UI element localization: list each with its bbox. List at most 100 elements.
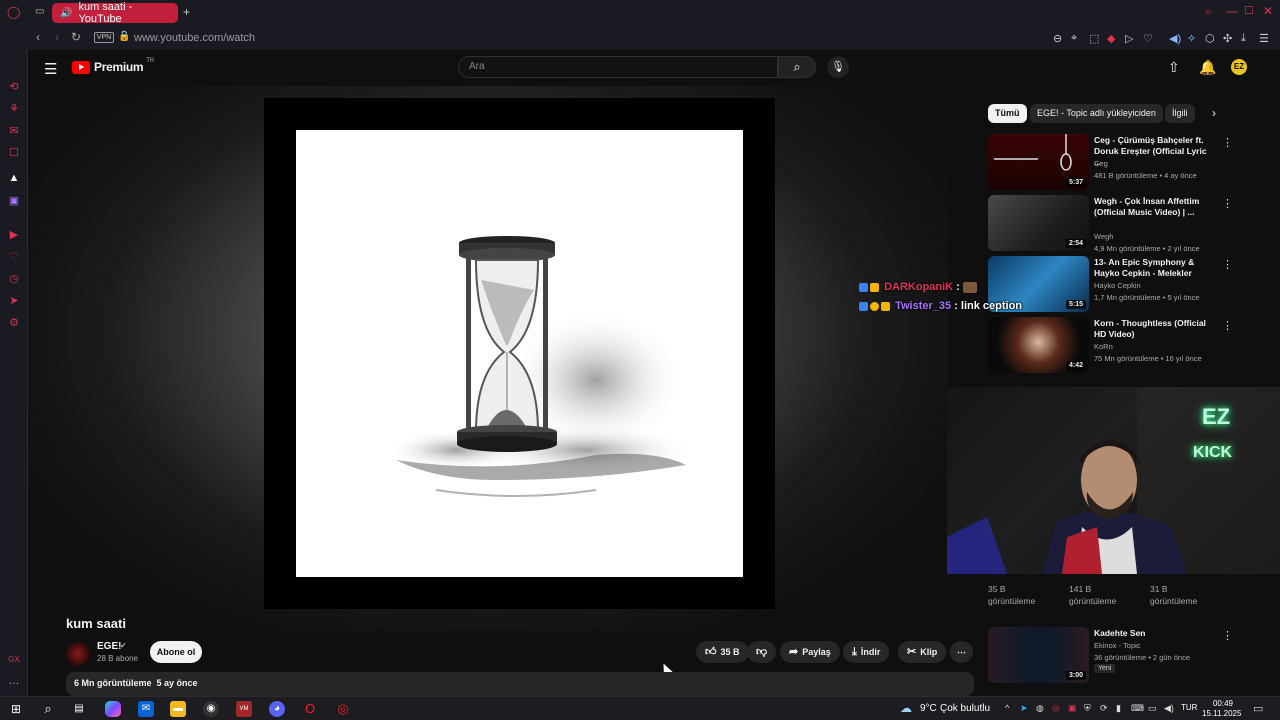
sidebar-player-icon[interactable]: ▶ — [7, 228, 21, 241]
heart-icon[interactable]: ♡ — [1143, 32, 1153, 45]
sidebar-chat-icon[interactable]: ✉ — [7, 124, 21, 137]
weather-icon[interactable]: ☁ — [900, 701, 912, 715]
tray-opera-icon[interactable]: ◎ — [1052, 703, 1060, 714]
pin-icon[interactable]: ⌖ — [1071, 32, 1077, 45]
channel-avatar[interactable] — [66, 642, 90, 666]
like-button[interactable]: 👍︎ 35 B — [696, 641, 749, 663]
download-icon[interactable]: ⤓ — [1241, 32, 1246, 45]
reload-button[interactable]: ↻ — [71, 30, 81, 44]
tray-mic-icon[interactable]: ▮ — [1116, 703, 1121, 714]
recommendation-item[interactable]: 3:00 Kadehte Sen Ekinox - Topic 36 görün… — [988, 627, 1264, 685]
download-button[interactable]: ⤓ İndir — [843, 641, 890, 663]
opera-logo-icon[interactable]: ◯ — [7, 5, 20, 19]
sidebar-more-icon[interactable]: … — [7, 675, 21, 687]
upload-icon[interactable]: ⇧ — [1168, 59, 1180, 76]
zoom-icon[interactable]: ⊖ — [1053, 32, 1062, 45]
notifications-bell-icon[interactable]: 🔔 — [1199, 59, 1216, 76]
kebab-menu-icon[interactable]: ⋮ — [1222, 319, 1233, 332]
chip-from-uploader[interactable]: EGE! - Topic adlı yükleyiciden — [1030, 104, 1163, 123]
voice-search-button[interactable]: 🎙 — [827, 56, 849, 78]
task-view-icon[interactable]: ▤ — [71, 701, 87, 717]
search-button[interactable]: ⌕ — [778, 56, 816, 78]
audio-icon[interactable]: ◀) — [1169, 32, 1181, 45]
url-field[interactable]: www.youtube.com/watch — [134, 32, 255, 44]
extensions-icon[interactable]: ⬡ — [1205, 32, 1215, 45]
clock-date[interactable]: 15.11.2025 — [1202, 709, 1241, 718]
tray-display-icon[interactable]: ▭ — [1148, 703, 1157, 714]
maximize-button[interactable]: ☐ — [1244, 4, 1254, 17]
dislike-button[interactable]: 👎︎ — [747, 641, 777, 663]
windows-start-icon[interactable]: ⊞ — [8, 701, 24, 717]
player-icon[interactable]: ▷ — [1125, 32, 1133, 45]
account-avatar[interactable]: EZ — [1231, 59, 1247, 75]
chip-related[interactable]: İlgili — [1165, 104, 1195, 123]
sidebar-bookmarks-icon[interactable]: ♡ — [7, 250, 21, 263]
more-actions-button[interactable]: ⋯ — [950, 641, 973, 663]
kebab-menu-icon[interactable]: ⋮ — [1222, 197, 1233, 210]
file-explorer-icon[interactable]: ▬ — [170, 701, 186, 717]
chevron-right-icon[interactable]: › — [1212, 106, 1216, 120]
recommendation-item[interactable]: 5:15 13- An Epic Symphony & Hayko Cepkin… — [988, 256, 1264, 314]
sidebar-send-icon[interactable]: ➤ — [7, 294, 21, 307]
volume-icon[interactable]: ◀) — [1164, 703, 1174, 714]
sidebar-history-icon[interactable]: ⟲ — [7, 80, 21, 93]
search-input[interactable]: Ara — [458, 56, 778, 78]
kebab-menu-icon[interactable]: ⋮ — [1222, 629, 1233, 642]
search-tabs-icon[interactable]: ⌕ — [1205, 4, 1212, 19]
sidebar-settings-icon[interactable]: ⚙ — [7, 316, 21, 329]
minimize-button[interactable]: — — [1226, 4, 1238, 18]
menu-icon[interactable]: ☰ — [1259, 32, 1269, 45]
snapshot-icon[interactable]: ⬚ — [1089, 32, 1099, 45]
tray-telegram-icon[interactable]: ➤ — [1020, 703, 1028, 714]
kebab-menu-icon[interactable]: ⋮ — [1222, 136, 1233, 149]
kebab-menu-icon[interactable]: ⋮ — [1222, 258, 1233, 271]
tray-arrow-icon[interactable]: ^ — [1005, 703, 1009, 713]
subscribe-button[interactable]: Abone ol — [150, 641, 202, 663]
clock-time[interactable]: 00:49 — [1207, 699, 1233, 708]
sidebar-gx-icon[interactable]: GX — [7, 655, 21, 664]
share-button[interactable]: ➦ Paylaş — [780, 641, 840, 663]
youtube-logo[interactable]: Premium TR — [72, 58, 154, 74]
sidebar-aria-icon[interactable]: ⚘ — [7, 102, 21, 115]
new-tab-button[interactable]: + — [183, 5, 190, 19]
chip-all[interactable]: Tümü — [988, 104, 1027, 123]
voicemeeter-icon[interactable]: VM — [236, 701, 252, 717]
rec-title: Ceg - Çürümüş Bahçeler ft. Doruk Ereşter… — [1094, 135, 1207, 167]
channel-name[interactable]: EGE! — [97, 641, 121, 652]
recommendation-item[interactable]: 5:37 Ceg - Çürümüş Bahçeler ft. Doruk Er… — [988, 134, 1264, 192]
hamburger-menu-icon[interactable]: ☰ — [44, 60, 57, 78]
notification-icon[interactable]: ▭ — [1253, 702, 1263, 715]
tray-shield-icon[interactable]: ⛨ — [1084, 703, 1091, 714]
tray-steam-icon[interactable]: ◍ — [1036, 703, 1044, 714]
sidebar-clock-icon[interactable]: ◷ — [7, 272, 21, 285]
forward-button[interactable]: › — [55, 30, 59, 44]
clip-button[interactable]: ✂ Klip — [898, 641, 947, 663]
tray-sync-icon[interactable]: ⟳ — [1100, 703, 1108, 714]
video-player[interactable] — [28, 86, 948, 677]
active-tab[interactable]: 🔊 kum saati - YouTube — [52, 1, 178, 25]
outlook-icon[interactable]: ✉ — [138, 701, 154, 717]
sidebar-messenger-icon[interactable]: ☐ — [7, 146, 21, 159]
back-button[interactable]: ‹ — [36, 30, 40, 44]
opera-gx-icon[interactable]: ◎ — [335, 701, 351, 717]
close-window-button[interactable]: ✕ — [1263, 4, 1273, 18]
tab-workspace-icon[interactable]: ▭ — [35, 6, 44, 17]
tray-network-icon[interactable]: ⌨ — [1131, 703, 1144, 714]
translate-icon[interactable]: ✧ — [1187, 32, 1196, 45]
language-indicator[interactable]: TUR — [1181, 703, 1197, 712]
obs-icon[interactable]: ◉ — [203, 701, 219, 717]
discord-icon[interactable]: ◕ — [269, 701, 285, 717]
search-icon[interactable]: ⌕ — [40, 701, 56, 717]
pocket-icon[interactable]: ◆ — [1107, 32, 1115, 45]
sidebar-active-icon[interactable]: ▲ — [7, 172, 21, 184]
description-box[interactable]: 6 Mn görüntüleme 5 ay önce — [66, 672, 974, 696]
recommendation-item[interactable]: 4:42 Korn - Thoughtless (Official HD Vid… — [988, 317, 1264, 375]
opera-icon[interactable]: O — [302, 701, 318, 717]
sidebar-twitch-icon[interactable]: ▣ — [7, 194, 21, 207]
recommendation-item[interactable]: 2:54 Wegh - Çok İnsan Affettim (Official… — [988, 195, 1264, 253]
tray-app-icon[interactable]: ▣ — [1068, 703, 1077, 714]
tab-title: kum saati - YouTube — [78, 1, 133, 25]
puzzle-icon[interactable]: ✣ — [1223, 32, 1232, 45]
copilot-icon[interactable] — [105, 701, 121, 717]
vpn-badge[interactable]: VPN — [94, 32, 114, 43]
